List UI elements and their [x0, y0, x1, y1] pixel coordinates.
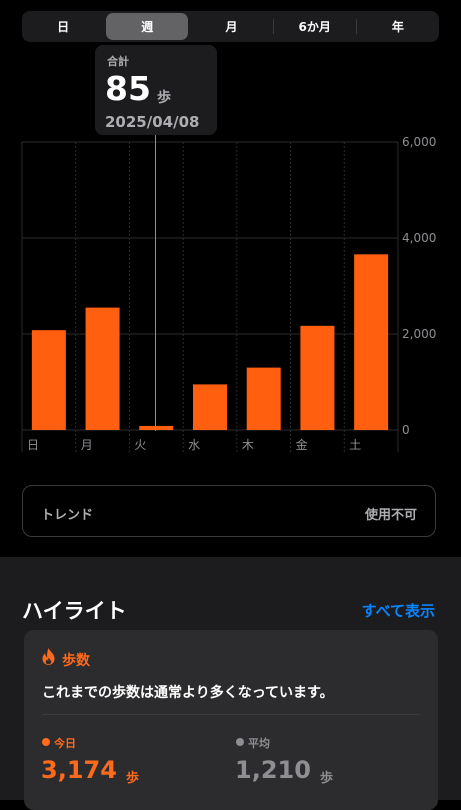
x-tick-label: 日: [27, 438, 39, 452]
tooltip-date: 2025/04/08: [105, 113, 200, 131]
bar-0[interactable]: [31, 330, 66, 430]
selection-tooltip: 合計 85 歩 2025/04/08: [95, 45, 217, 135]
steps-bar-chart[interactable]: 6,000 4,000 2,000 0 日 月 火 水 木 金 土: [0, 130, 461, 460]
trend-label: トレンド: [41, 508, 94, 523]
flame-icon: [42, 648, 55, 665]
highlight-card[interactable]: 歩数 これまでの歩数は通常より多くなっています。 今日 3,174 歩 平均 1…: [24, 630, 438, 810]
today-dot: [42, 738, 50, 746]
segment-day[interactable]: 日: [22, 11, 104, 42]
x-tick-label: 土: [349, 438, 361, 452]
card-divider: [42, 714, 420, 715]
average-dot: [236, 738, 244, 746]
segment-month[interactable]: 月: [190, 11, 272, 42]
y-tick-label: 2,000: [402, 327, 436, 341]
average-value: 1,210: [235, 756, 311, 784]
average-label: 平均: [248, 737, 270, 750]
bar-3[interactable]: [193, 384, 227, 430]
bar-4[interactable]: [246, 367, 281, 430]
show-all-link[interactable]: すべて表示: [362, 600, 435, 621]
tooltip-value: 85: [105, 69, 151, 108]
today-unit: 歩: [126, 771, 140, 786]
tooltip-label: 合計: [107, 55, 129, 68]
segment-year[interactable]: 年: [357, 11, 439, 42]
x-tick-label: 木: [242, 438, 254, 452]
highlights-section: ハイライト すべて表示 歩数 これまでの歩数は通常より多くなっています。 今日 …: [0, 557, 461, 810]
x-tick-label: 火: [134, 438, 146, 452]
y-tick-label: 6,000: [402, 135, 436, 149]
trend-value: 使用不可: [364, 508, 417, 523]
selection-indicator-line: [155, 135, 156, 431]
highlights-title: ハイライト: [22, 599, 127, 623]
average-unit: 歩: [320, 771, 334, 786]
tooltip-unit: 歩: [157, 90, 171, 106]
x-tick-label: 月: [81, 438, 93, 452]
x-tick-label: 金: [296, 437, 308, 452]
bar-1[interactable]: [85, 307, 120, 430]
trend-row[interactable]: トレンド 使用不可: [22, 485, 436, 537]
y-tick-label: 0: [402, 423, 410, 437]
y-tick-label: 4,000: [402, 231, 436, 245]
x-tick-label: 水: [188, 438, 200, 452]
period-segmented-control: 日 週 月 6か月 年: [22, 11, 439, 42]
segment-6months[interactable]: 6か月: [274, 11, 356, 42]
bar-6[interactable]: [354, 254, 389, 430]
highlight-category: 歩数: [62, 653, 90, 669]
highlight-message: これまでの歩数は通常より多くなっています。: [42, 685, 334, 701]
today-label: 今日: [54, 737, 76, 750]
today-value: 3,174: [41, 756, 117, 784]
bar-5[interactable]: [300, 325, 335, 430]
bar-2[interactable]: [139, 425, 174, 430]
segment-week[interactable]: 週: [106, 13, 189, 40]
